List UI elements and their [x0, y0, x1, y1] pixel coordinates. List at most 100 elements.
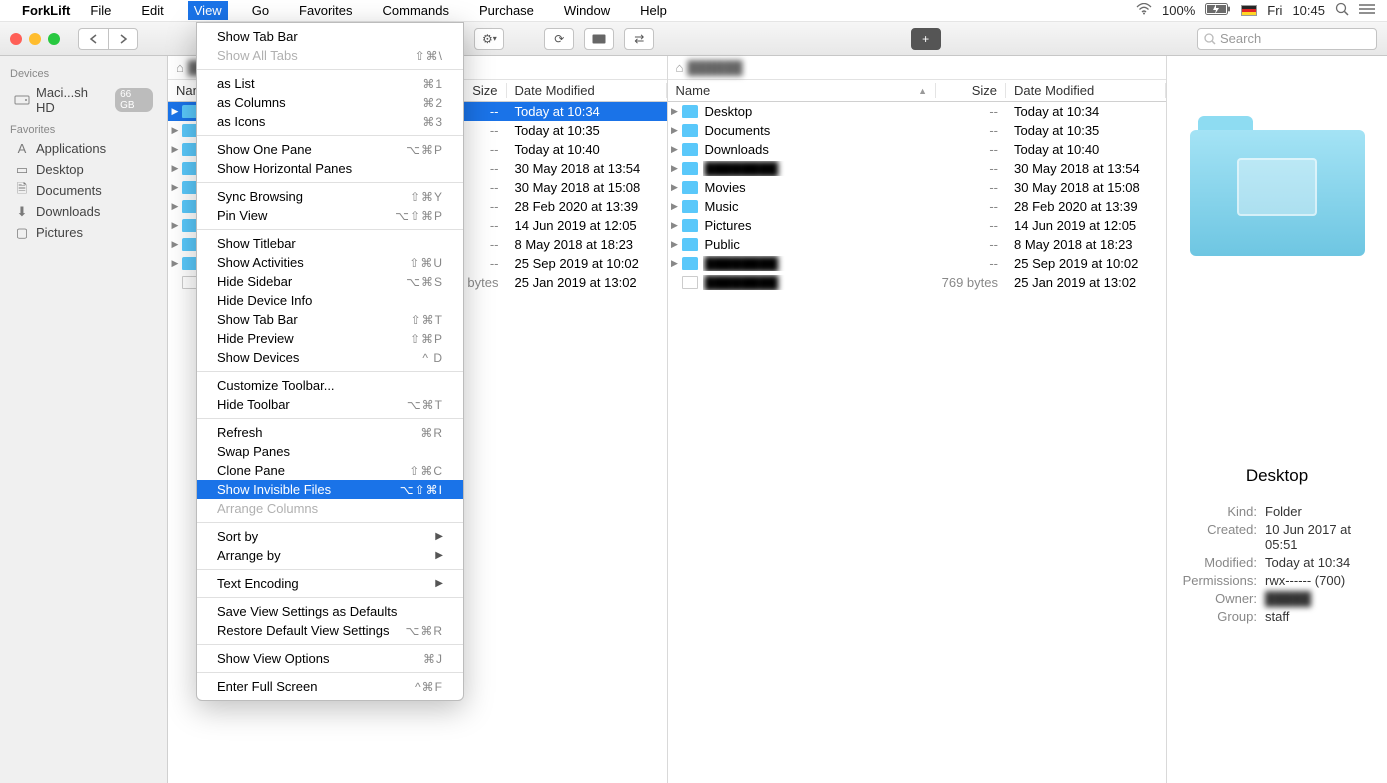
document-icon	[682, 276, 698, 289]
sidebar-documents[interactable]: 🗎Documents	[0, 180, 167, 201]
preview-meta-row: Kind:Folder	[1177, 504, 1377, 519]
menuitem-show-tab-bar[interactable]: Show Tab Bar⇧⌘T	[197, 310, 463, 329]
folder-icon	[682, 257, 698, 270]
file-row[interactable]: ▶Pictures--14 Jun 2019 at 12:05	[668, 216, 1167, 235]
menuitem-hide-preview[interactable]: Hide Preview⇧⌘P	[197, 329, 463, 348]
wifi-icon[interactable]	[1136, 3, 1152, 18]
menuitem-restore-default-view-settings[interactable]: Restore Default View Settings⌥⌘R	[197, 621, 463, 640]
new-connection-button[interactable]: +	[911, 28, 941, 50]
system-menubar: ForkLift File Edit View Go Favorites Commands…	[0, 0, 1387, 22]
terminal-button[interactable]	[584, 28, 614, 50]
menuitem-show-invisible-files[interactable]: Show Invisible Files⌥⇧⌘I	[197, 480, 463, 499]
menuitem-text-encoding[interactable]: Text Encoding▶	[197, 574, 463, 593]
menu-view[interactable]: View	[188, 1, 228, 20]
menuitem-show-one-pane[interactable]: Show One Pane⌥⌘P	[197, 140, 463, 159]
menuitem-as-icons[interactable]: as Icons⌘3	[197, 112, 463, 131]
menuitem-as-columns[interactable]: as Columns⌘2	[197, 93, 463, 112]
menu-window[interactable]: Window	[558, 1, 616, 20]
traffic-lights	[10, 33, 60, 45]
zoom-button[interactable]	[48, 33, 60, 45]
menu-commands[interactable]: Commands	[377, 1, 455, 20]
file-row[interactable]: ▶Movies--30 May 2018 at 15:08	[668, 178, 1167, 197]
menuitem-show-horizontal-panes[interactable]: Show Horizontal Panes	[197, 159, 463, 178]
app-name[interactable]: ForkLift	[22, 3, 70, 18]
sidebar-downloads[interactable]: ⬇Downloads	[0, 201, 167, 222]
pictures-icon: ▢	[14, 226, 30, 240]
sidebar-desktop[interactable]: ▭Desktop	[0, 159, 167, 180]
minimize-button[interactable]	[29, 33, 41, 45]
preview-meta-row: Owner:█████	[1177, 591, 1377, 606]
file-row[interactable]: ████████769 bytes25 Jan 2019 at 13:02	[668, 273, 1167, 292]
menuitem-hide-sidebar[interactable]: Hide Sidebar⌥⌘S	[197, 272, 463, 291]
right-pane: ⌂ ██████ Name▲ Size Date Modified ▶Deskt…	[668, 56, 1168, 783]
file-row[interactable]: ▶Desktop--Today at 10:34	[668, 102, 1167, 121]
documents-icon: 🗎	[14, 184, 30, 198]
spotlight-icon[interactable]	[1335, 2, 1349, 19]
menu-purchase[interactable]: Purchase	[473, 1, 540, 20]
menuitem-save-view-settings-as-defaults[interactable]: Save View Settings as Defaults	[197, 602, 463, 621]
menuitem-hide-device-info[interactable]: Hide Device Info	[197, 291, 463, 310]
menu-go[interactable]: Go	[246, 1, 275, 20]
sidebar-applications[interactable]: AApplications	[0, 138, 167, 159]
menuitem-arrange-by[interactable]: Arrange by▶	[197, 546, 463, 565]
menuitem-sort-by[interactable]: Sort by▶	[197, 527, 463, 546]
storage-badge: 66 GB	[115, 88, 153, 112]
right-column-headers[interactable]: Name▲ Size Date Modified	[668, 80, 1167, 102]
battery-icon[interactable]	[1205, 3, 1231, 18]
search-input[interactable]: Search	[1197, 28, 1377, 50]
file-row[interactable]: ▶████████--25 Sep 2019 at 10:02	[668, 254, 1167, 273]
menuitem-enter-full-screen[interactable]: Enter Full Screen^⌘F	[197, 677, 463, 696]
nav-forward-button[interactable]	[108, 28, 138, 50]
right-breadcrumb[interactable]: ⌂ ██████	[668, 56, 1167, 80]
menuitem-sync-browsing[interactable]: Sync Browsing⇧⌘Y	[197, 187, 463, 206]
menu-favorites[interactable]: Favorites	[293, 1, 358, 20]
folder-icon	[682, 181, 698, 194]
menuitem-show-activities[interactable]: Show Activities⇧⌘U	[197, 253, 463, 272]
battery-percent: 100%	[1162, 3, 1195, 18]
file-row[interactable]: ▶Public--8 May 2018 at 18:23	[668, 235, 1167, 254]
menuitem-show-devices[interactable]: Show Devices^ D	[197, 348, 463, 367]
file-row[interactable]: ▶Downloads--Today at 10:40	[668, 140, 1167, 159]
downloads-icon: ⬇	[14, 205, 30, 219]
compare-button[interactable]: ⇄	[624, 28, 654, 50]
menu-edit[interactable]: Edit	[135, 1, 169, 20]
view-menu-dropdown: Show Tab BarShow All Tabs⇧⌘\as List⌘1as …	[196, 22, 464, 701]
menuitem-show-tab-bar[interactable]: Show Tab Bar	[197, 27, 463, 46]
menuitem-show-view-options[interactable]: Show View Options⌘J	[197, 649, 463, 668]
file-row[interactable]: ▶Documents--Today at 10:35	[668, 121, 1167, 140]
menuitem-hide-toolbar[interactable]: Hide Toolbar⌥⌘T	[197, 395, 463, 414]
sidebar-pictures[interactable]: ▢Pictures	[0, 222, 167, 243]
sidebar-device[interactable]: Maci...sh HD 66 GB	[0, 82, 167, 118]
hdd-icon	[14, 93, 30, 107]
sidebar-head-devices: Devices	[0, 62, 167, 82]
folder-icon	[682, 124, 698, 137]
menuitem-swap-panes[interactable]: Swap Panes	[197, 442, 463, 461]
home-icon: ⌂	[676, 60, 684, 75]
menuitem-as-list[interactable]: as List⌘1	[197, 74, 463, 93]
folder-icon	[682, 143, 698, 156]
file-row[interactable]: ▶Music--28 Feb 2020 at 13:39	[668, 197, 1167, 216]
folder-icon	[682, 105, 698, 118]
actions-button[interactable]: ⚙︎▾	[474, 28, 504, 50]
status-area: 100% Fri 10:45	[1136, 2, 1375, 19]
sidebar: Devices Maci...sh HD 66 GB Favorites AAp…	[0, 56, 168, 783]
sync-button[interactable]: ⟳	[544, 28, 574, 50]
close-button[interactable]	[10, 33, 22, 45]
menuitem-show-all-tabs: Show All Tabs⇧⌘\	[197, 46, 463, 65]
file-row[interactable]: ▶████████--30 May 2018 at 13:54	[668, 159, 1167, 178]
menuitem-pin-view[interactable]: Pin View⌥⇧⌘P	[197, 206, 463, 225]
menuitem-clone-pane[interactable]: Clone Pane⇧⌘C	[197, 461, 463, 480]
sidebar-head-favorites: Favorites	[0, 118, 167, 138]
menuitem-show-titlebar[interactable]: Show Titlebar	[197, 234, 463, 253]
applications-icon: A	[14, 142, 30, 156]
menu-icon[interactable]	[1359, 3, 1375, 18]
folder-icon	[682, 219, 698, 232]
menuitem-customize-toolbar-[interactable]: Customize Toolbar...	[197, 376, 463, 395]
menuitem-arrange-columns: Arrange Columns	[197, 499, 463, 518]
flag-icon[interactable]	[1241, 5, 1257, 16]
menuitem-refresh[interactable]: Refresh⌘R	[197, 423, 463, 442]
desktop-icon: ▭	[14, 163, 30, 177]
menu-file[interactable]: File	[84, 1, 117, 20]
menu-help[interactable]: Help	[634, 1, 673, 20]
nav-back-button[interactable]	[78, 28, 108, 50]
